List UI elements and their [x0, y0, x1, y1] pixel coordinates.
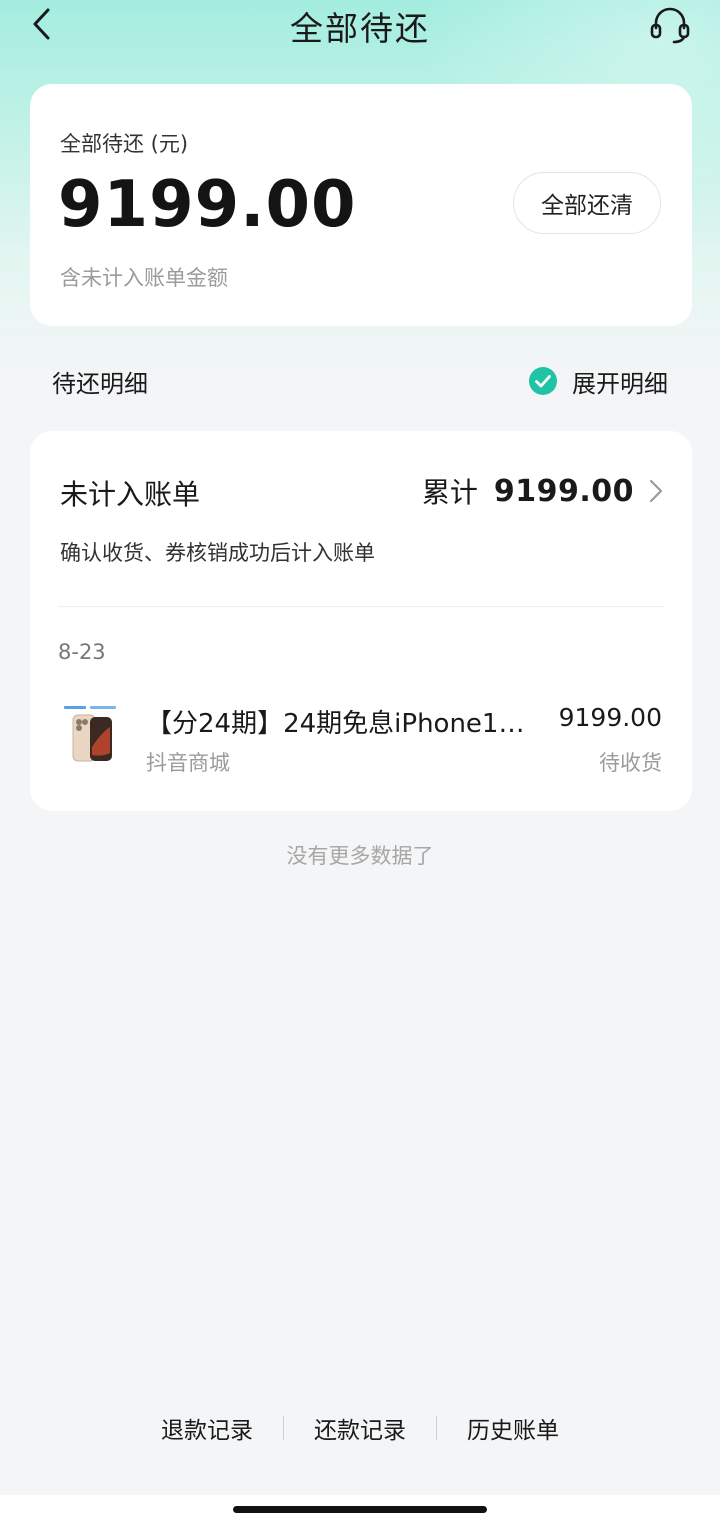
no-more-data-text: 没有更多数据了: [286, 844, 434, 868]
unbilled-total-link[interactable]: 累计 9199.00: [422, 471, 664, 511]
order-list-item[interactable]: 【分24期】24期免息iPhone1… 抖音商城 9199.00 待收货: [30, 693, 692, 783]
repayment-records-link[interactable]: 还款记录: [284, 1411, 436, 1445]
order-status: 待收货: [599, 751, 662, 775]
page: 全部待还 全部待还 (元) 9199.00 含未计入账单金额 全部还清 待还明细…: [0, 0, 720, 1524]
check-circle-icon: [529, 367, 557, 395]
pay-all-button[interactable]: 全部还清: [513, 172, 661, 234]
summary-card: 全部待还 (元) 9199.00 含未计入账单金额 全部还清: [30, 84, 692, 326]
cumulative-amount: 9199.00: [493, 473, 634, 509]
total-due-label: 全部待还 (元): [60, 132, 189, 156]
includes-unbilled-note: 含未计入账单金额: [60, 266, 228, 290]
expand-details-label: 展开明细: [572, 369, 668, 398]
refund-records-link[interactable]: 退款记录: [131, 1411, 283, 1445]
item-price: 9199.00: [558, 703, 662, 732]
divider: [58, 606, 664, 607]
total-due-amount: 9199.00: [58, 168, 357, 242]
shop-name: 抖音商城: [146, 751, 230, 775]
unbilled-title: 未计入账单: [60, 478, 201, 511]
unbilled-description: 确认收货、券核销成功后计入账单: [60, 541, 375, 565]
history-bills-link[interactable]: 历史账单: [437, 1411, 589, 1445]
nav-bar: 全部待还: [0, 0, 720, 50]
cumulative-label: 累计: [421, 476, 478, 509]
detail-section-title: 待还明细: [52, 370, 148, 398]
product-name: 【分24期】24期免息iPhone1…: [146, 709, 525, 739]
customer-service-headset-icon[interactable]: [648, 4, 692, 44]
order-date: 8-23: [58, 640, 106, 664]
home-indicator[interactable]: [233, 1506, 487, 1513]
chevron-right-icon: [649, 479, 663, 503]
product-thumbnail-phone: [60, 703, 124, 771]
bottom-links: 退款记录 还款记录 历史账单: [0, 1408, 720, 1448]
expand-details-toggle[interactable]: 展开明细: [528, 364, 668, 398]
unbilled-card: 未计入账单 累计 9199.00 确认收货、券核销成功后计入账单 8-23 【分…: [30, 431, 692, 811]
page-title: 全部待还: [290, 9, 430, 48]
